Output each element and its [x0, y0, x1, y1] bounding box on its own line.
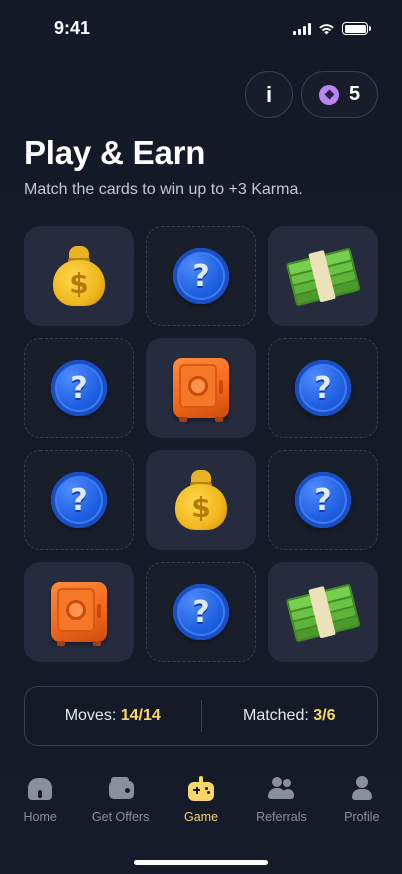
- money-bag-icon: $: [51, 244, 107, 308]
- nav-label-home: Home: [23, 810, 57, 824]
- question-coin-icon: ?: [51, 472, 107, 528]
- question-coin-icon: ?: [51, 360, 107, 416]
- status-bar: 9:41: [0, 0, 402, 56]
- moves-stat: Moves: 14/14: [25, 707, 201, 725]
- people-icon: [268, 776, 295, 802]
- info-button[interactable]: i: [245, 71, 293, 118]
- page-subtitle: Match the cards to win up to +3 Karma.: [24, 181, 303, 198]
- wifi-icon: [319, 23, 334, 34]
- info-icon: i: [265, 81, 273, 107]
- home-icon: [27, 776, 53, 802]
- question-coin-icon: ?: [173, 248, 229, 304]
- cellular-signal-icon: [293, 22, 311, 35]
- memory-card-11[interactable]: ?: [146, 562, 256, 662]
- money-bag-icon: $: [173, 468, 229, 532]
- moves-label: Moves:: [64, 707, 117, 724]
- memory-card-7[interactable]: ?: [24, 450, 134, 550]
- karma-icon: [319, 84, 339, 105]
- nav-label-referrals: Referrals: [256, 810, 307, 824]
- karma-balance-pill[interactable]: 5: [301, 71, 378, 118]
- nav-label-profile: Profile: [344, 810, 380, 824]
- cash-stack-icon: [285, 580, 361, 644]
- cash-stack-icon: [285, 244, 361, 308]
- memory-card-10[interactable]: [24, 562, 134, 662]
- nav-item-referrals[interactable]: Referrals: [241, 770, 321, 840]
- safe-icon: [173, 358, 229, 422]
- memory-card-4[interactable]: ?: [24, 338, 134, 438]
- battery-icon: [342, 22, 371, 35]
- moves-value: 14/14: [120, 707, 161, 724]
- nav-item-game[interactable]: Game: [161, 770, 241, 840]
- game-stats-panel: Moves: 14/14 Matched: 3/6: [24, 686, 378, 746]
- matched-value: 3/6: [313, 707, 336, 724]
- nav-label-game: Game: [183, 810, 219, 824]
- status-time: 9:41: [54, 18, 91, 38]
- question-coin-icon: ?: [173, 584, 229, 640]
- status-icons: [293, 22, 371, 35]
- question-coin-icon: ?: [295, 472, 351, 528]
- memory-card-6[interactable]: ?: [268, 338, 378, 438]
- nav-item-get-offers[interactable]: Get Offers: [80, 770, 160, 840]
- page-title: Play & Earn: [24, 134, 206, 171]
- nav-label-get-offers: Get Offers: [91, 810, 150, 824]
- matched-stat: Matched: 3/6: [202, 707, 378, 725]
- bottom-nav: Home Get Offers Game Referrals Profile: [0, 770, 402, 840]
- memory-card-5[interactable]: [146, 338, 256, 438]
- matched-label: Matched:: [242, 707, 309, 724]
- memory-card-12[interactable]: [268, 562, 378, 662]
- question-coin-icon: ?: [295, 360, 351, 416]
- memory-card-8[interactable]: $: [146, 450, 256, 550]
- nav-item-profile[interactable]: Profile: [322, 770, 402, 840]
- karma-count: 5: [349, 83, 361, 105]
- memory-card-1[interactable]: $: [24, 226, 134, 326]
- wallet-icon: [108, 776, 134, 802]
- nav-item-home[interactable]: Home: [0, 770, 80, 840]
- memory-card-9[interactable]: ?: [268, 450, 378, 550]
- gamepad-icon: [188, 776, 215, 802]
- memory-card-2[interactable]: ?: [146, 226, 256, 326]
- memory-card-grid: $???? $??: [24, 226, 378, 662]
- memory-card-3[interactable]: [268, 226, 378, 326]
- profile-icon: [349, 776, 375, 802]
- home-indicator: [134, 860, 268, 865]
- safe-icon: [51, 582, 107, 646]
